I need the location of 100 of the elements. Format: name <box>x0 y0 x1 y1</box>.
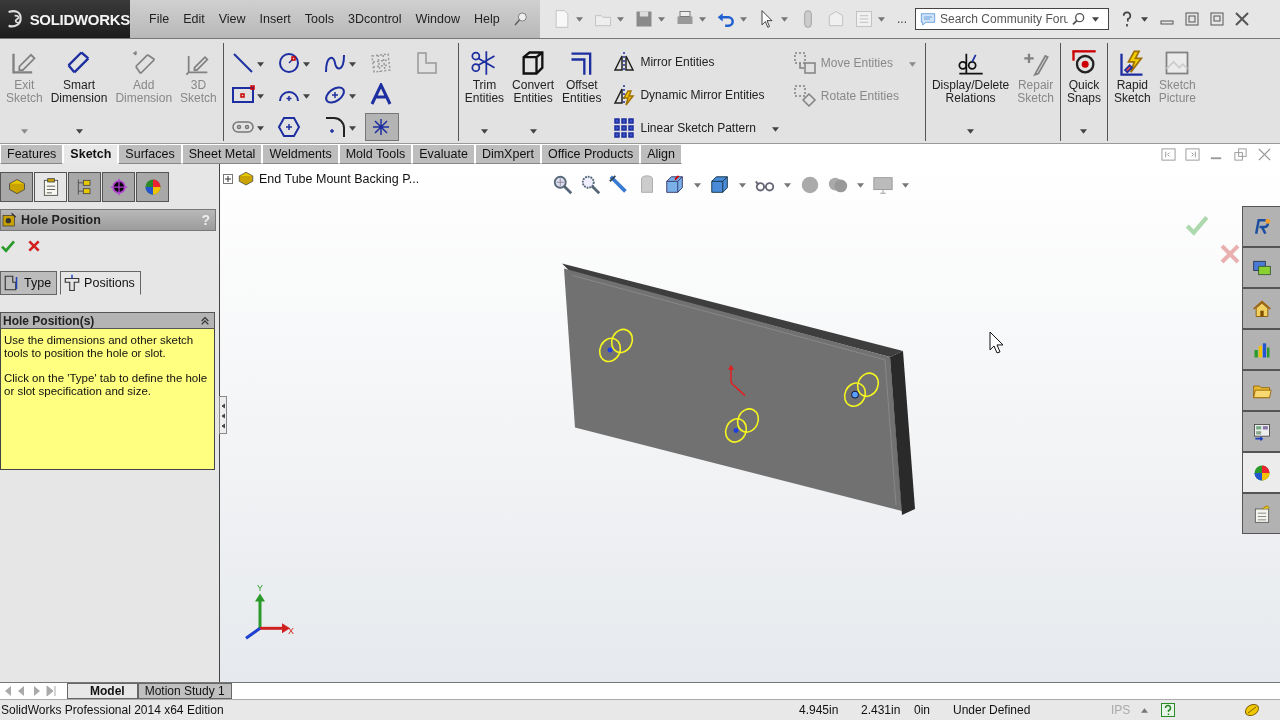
maximize-icon[interactable] <box>1209 11 1225 27</box>
menu-item[interactable]: Edit <box>176 9 212 29</box>
sphere-icon[interactable] <box>799 174 821 196</box>
caret-icon[interactable] <box>256 126 264 131</box>
message-text: Click on the 'Type' tab to define the hole or slot specification and size. <box>4 372 209 398</box>
task-pane-tab[interactable] <box>1242 329 1280 370</box>
caret-icon[interactable] <box>348 62 356 67</box>
caret-icon[interactable] <box>1092 16 1099 22</box>
menu-item[interactable]: Window <box>408 9 467 29</box>
panel-tab[interactable] <box>34 172 67 202</box>
task-pane-tab[interactable] <box>1242 206 1280 247</box>
square-grid-icon <box>612 115 637 140</box>
collapse-handle[interactable] <box>219 396 227 434</box>
command-tab[interactable]: Align <box>640 144 682 164</box>
group-header[interactable]: Hole Position(s) <box>0 312 215 329</box>
rebuild-icon[interactable] <box>1244 702 1260 718</box>
task-pane-tab[interactable] <box>1242 370 1280 411</box>
sketch-tool-button[interactable] <box>364 113 399 141</box>
overflow-text[interactable]: ... <box>897 12 907 26</box>
study-tab[interactable]: Motion Study 1 <box>137 683 232 699</box>
task-pane-tab[interactable] <box>1242 411 1280 452</box>
pin-icon[interactable] <box>512 11 529 27</box>
caret-icon[interactable] <box>1141 16 1148 22</box>
tool-button[interactable]: Smart Dimension <box>47 47 111 141</box>
panel-tab[interactable]: Type <box>0 271 58 295</box>
caret-icon[interactable] <box>694 182 701 188</box>
panel-tab[interactable] <box>68 172 101 202</box>
tool-button[interactable]: Rapid Sketch <box>1111 47 1154 141</box>
task-pane-tab[interactable] <box>1242 452 1280 493</box>
command-tab[interactable]: Features <box>0 144 64 164</box>
tool-button[interactable]: Quick Snaps <box>1063 47 1104 141</box>
caret-icon[interactable] <box>771 126 779 132</box>
tool-button[interactable]: Trim Entities <box>461 47 508 141</box>
cancel-icon[interactable] <box>26 238 42 254</box>
tile-icon[interactable] <box>1184 11 1200 27</box>
close-icon[interactable] <box>1257 146 1272 162</box>
caret-icon[interactable] <box>739 182 746 188</box>
help-icon[interactable] <box>1161 703 1175 717</box>
caret-icon[interactable] <box>302 94 310 99</box>
panel-tab[interactable] <box>136 172 169 202</box>
ok-icon[interactable] <box>0 238 16 254</box>
caret-icon[interactable] <box>967 129 975 134</box>
restore-icon[interactable] <box>1233 146 1248 162</box>
caret-icon[interactable] <box>348 94 356 99</box>
magnifier-icon[interactable] <box>552 174 574 196</box>
tool-button[interactable]: Offset Entities <box>559 47 605 141</box>
menu-item[interactable]: Insert <box>252 9 298 29</box>
tool-button[interactable]: Convert Entities <box>509 47 558 141</box>
menu-item[interactable]: Help <box>467 9 507 29</box>
part-icon <box>6 177 27 197</box>
command-tab[interactable]: Office Products <box>541 144 641 164</box>
menu-item[interactable]: View <box>211 9 253 29</box>
menu-item[interactable]: File <box>142 9 177 29</box>
task-pane-tab[interactable] <box>1242 288 1280 329</box>
cube-icon[interactable] <box>709 174 731 196</box>
caret-icon[interactable] <box>1080 129 1088 134</box>
view-palette-icon <box>1251 421 1272 442</box>
caret-icon[interactable] <box>256 94 264 99</box>
collapse-icon[interactable] <box>200 315 210 326</box>
panel-tab[interactable] <box>102 172 135 202</box>
tool-button[interactable]: Display/Delete Relations <box>928 47 1013 141</box>
panel-title: Hole Position <box>21 213 102 227</box>
command-tab[interactable]: Mold Tools <box>338 144 413 164</box>
expand-icon[interactable] <box>223 174 233 184</box>
close-icon[interactable] <box>1234 11 1250 27</box>
command-tab[interactable]: Surfaces <box>118 144 182 164</box>
tool-button[interactable]: Mirror Entities <box>612 49 781 76</box>
caret-icon[interactable] <box>902 182 909 188</box>
task-pane-tab[interactable] <box>1242 247 1280 288</box>
menu-item[interactable]: Tools <box>297 9 342 29</box>
command-tab[interactable]: Sketch <box>63 144 119 164</box>
command-tab[interactable]: Evaluate <box>412 144 475 164</box>
tool-button[interactable]: Linear Sketch Pattern <box>612 114 781 141</box>
command-tab[interactable]: Sheet Metal <box>181 144 263 164</box>
monitor-icon[interactable] <box>872 174 894 196</box>
panel-tab[interactable] <box>0 172 33 202</box>
section-cube-icon[interactable] <box>664 174 686 196</box>
menu-item[interactable]: 3Dcontrol <box>341 9 409 29</box>
command-tab[interactable]: DimXpert <box>474 144 541 164</box>
caret-icon[interactable] <box>857 182 864 188</box>
caret-icon[interactable] <box>529 129 537 134</box>
command-tab[interactable]: Weldments <box>262 144 339 164</box>
tool-button[interactable]: Dynamic Mirror Entities <box>612 81 781 109</box>
z-coordinate: 0in <box>914 703 930 717</box>
tree-item[interactable]: End Tube Mount Backing P... <box>259 172 420 186</box>
study-tab[interactable]: Model <box>67 683 138 699</box>
panel-tab[interactable]: Positions <box>60 271 141 295</box>
hole-icon <box>1 212 17 228</box>
y-coordinate: 2.431in <box>861 703 901 717</box>
caret-icon[interactable] <box>784 182 791 188</box>
caret-icon[interactable] <box>256 62 264 67</box>
line-icon <box>230 51 255 75</box>
search-icon[interactable] <box>1071 11 1087 27</box>
magnifier-icon[interactable] <box>580 174 602 196</box>
caret-icon[interactable] <box>302 62 310 67</box>
caret-icon[interactable] <box>348 126 356 131</box>
caret-icon[interactable] <box>480 129 488 134</box>
task-pane-tab[interactable] <box>1242 493 1280 534</box>
group-title: Hole Position(s) <box>3 313 96 328</box>
caret-icon[interactable] <box>75 129 83 134</box>
